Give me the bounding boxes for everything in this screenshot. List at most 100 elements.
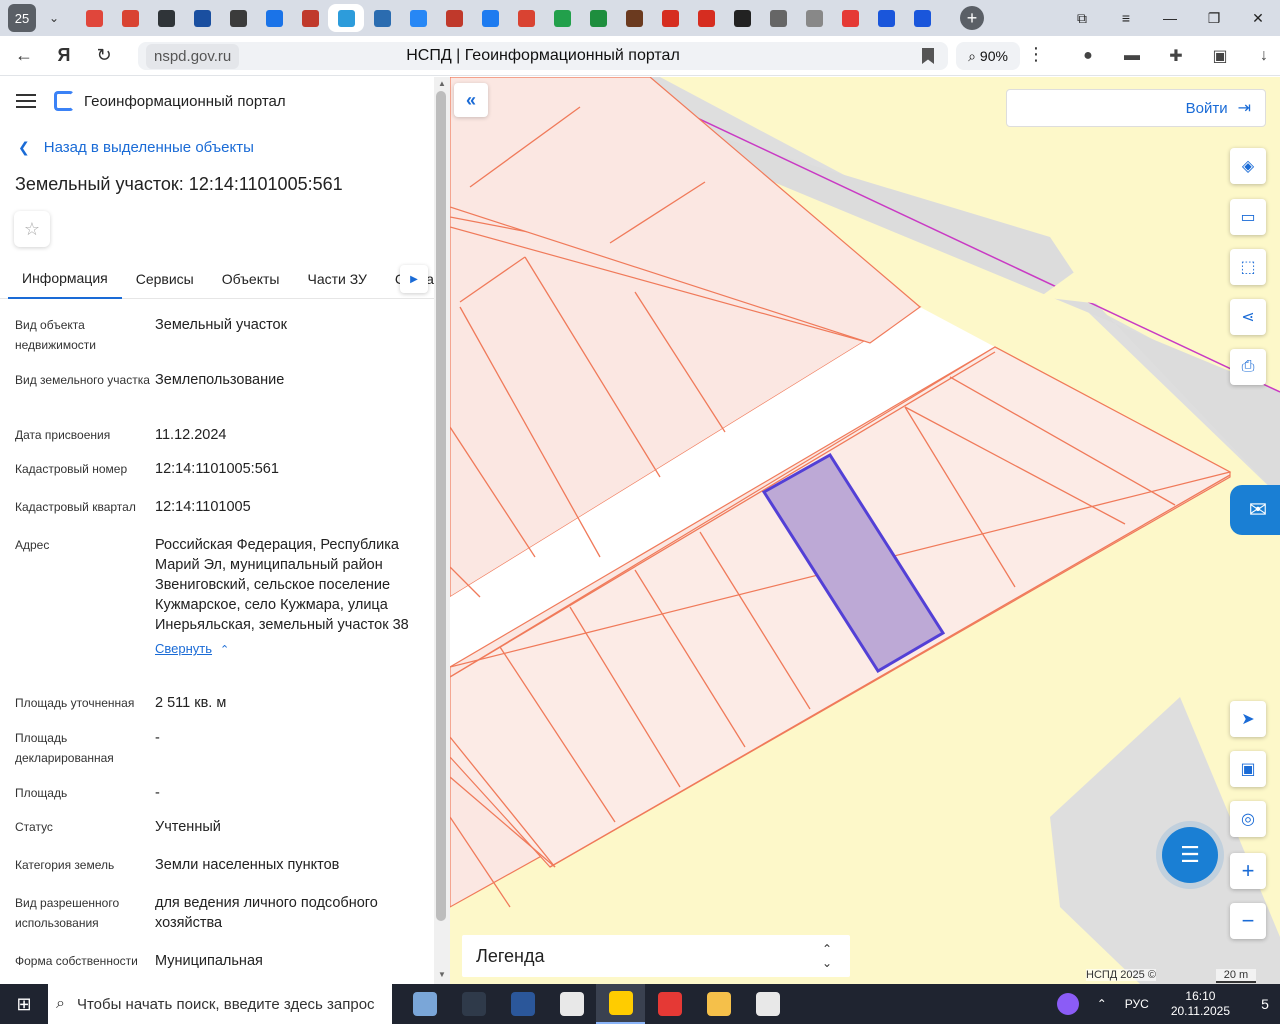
browser-tab[interactable] — [328, 4, 364, 32]
taskbar-app-icon — [461, 992, 486, 1016]
tab-objects[interactable]: Объекты — [208, 259, 294, 299]
tab-information[interactable]: Информация — [8, 259, 122, 299]
new-tab-button[interactable]: + — [960, 6, 984, 30]
browser-tab[interactable] — [904, 4, 940, 32]
tab-parcel-parts[interactable]: Части ЗУ — [293, 259, 380, 299]
legend-dropdown[interactable]: Легенда ⌃ ⌄ — [462, 935, 850, 977]
tab-list-chevron-icon[interactable]: ⌄ — [42, 6, 66, 30]
ruler-icon[interactable]: ▭ — [1230, 199, 1266, 235]
property-value: - — [155, 730, 160, 746]
tab-favicon-icon — [337, 9, 355, 27]
yandex-icon[interactable]: Я — [48, 40, 80, 72]
panel-scrollbar[interactable]: ▲ ▼ — [434, 77, 450, 984]
bookmark-icon[interactable] — [922, 48, 934, 64]
app-title: Геоинформационный портал — [84, 92, 286, 110]
browser-tab[interactable] — [688, 4, 724, 32]
zoom-level[interactable]: ⌕ 90% — [956, 42, 1020, 70]
tab-manager-icon[interactable]: ⧉ — [1060, 0, 1104, 36]
collapse-panel-icon[interactable]: « — [454, 83, 488, 117]
map-view[interactable]: « Войти ⇥ ◈ ▭ ⬚ ⋖ ⎙ ✉ ➤ ▣ ◎ ☰ + − Легенд… — [450, 77, 1280, 984]
favorite-star-icon[interactable]: ☆ — [14, 211, 50, 247]
browser-menu-icon[interactable]: ≡ — [1104, 0, 1148, 36]
tab-counter[interactable]: 25 — [8, 4, 36, 32]
search-location-icon[interactable]: ◎ — [1230, 801, 1266, 837]
area-select-icon[interactable]: ⬚ — [1230, 249, 1266, 285]
taskbar-app[interactable] — [498, 984, 547, 1024]
browser-tab[interactable] — [760, 4, 796, 32]
restore-button[interactable]: ❐ — [1192, 0, 1236, 36]
back-to-selection-link[interactable]: ❮ Назад в выделенные объекты — [0, 139, 434, 156]
menu-icon[interactable] — [16, 94, 36, 108]
browser-tab[interactable] — [580, 4, 616, 32]
browser-tab[interactable] — [544, 4, 580, 32]
taskbar-app[interactable] — [596, 984, 645, 1024]
taskbar-app[interactable] — [645, 984, 694, 1024]
collapse-link[interactable]: Свернуть ⌃ — [155, 639, 229, 660]
url-field[interactable]: nspd.gov.ru НСПД | Геоинформационный пор… — [138, 42, 948, 70]
browser-tab[interactable] — [184, 4, 220, 32]
chat-round-icon[interactable]: ☰ — [1162, 827, 1218, 883]
windows-start-icon[interactable]: ⊞ — [0, 984, 48, 1024]
taskbar-app[interactable] — [400, 984, 449, 1024]
window-controls: ⧉ ≡ — ❐ ✕ — [1060, 0, 1280, 36]
tabs-scroll-right-icon[interactable]: ▶ — [400, 265, 428, 293]
scroll-up-icon[interactable]: ▲ — [436, 79, 448, 91]
extension-shield-icon[interactable]: ▬ — [1110, 42, 1154, 70]
browser-tab[interactable] — [112, 4, 148, 32]
reload-icon[interactable]: ↻ — [88, 40, 120, 72]
language-indicator[interactable]: РУС — [1125, 997, 1149, 1011]
taskbar-app[interactable] — [743, 984, 792, 1024]
minimap-icon[interactable]: ▣ — [1230, 751, 1266, 787]
taskbar-app-icon — [510, 992, 535, 1016]
browser-tab[interactable] — [652, 4, 688, 32]
taskbar-app[interactable] — [547, 984, 596, 1024]
browser-tab[interactable] — [148, 4, 184, 32]
map-canvas[interactable] — [450, 77, 1280, 984]
print-icon[interactable]: ⎙ — [1230, 349, 1266, 385]
puzzle-icon[interactable]: ✚ — [1154, 42, 1198, 70]
browser-tab[interactable] — [76, 4, 112, 32]
browser-tab[interactable] — [364, 4, 400, 32]
office-icon[interactable]: ▣ — [1198, 42, 1242, 70]
taskbar-app-icon — [559, 992, 584, 1016]
taskbar-app[interactable] — [449, 984, 498, 1024]
close-button[interactable]: ✕ — [1236, 0, 1280, 36]
notifications-icon[interactable]: 5 — [1250, 996, 1280, 1012]
browser-tab[interactable] — [220, 4, 256, 32]
tab-favicon-icon — [373, 9, 391, 27]
browser-tab[interactable] — [508, 4, 544, 32]
browser-tab[interactable] — [796, 4, 832, 32]
zoom-in-icon[interactable]: + — [1230, 853, 1266, 889]
browser-tab[interactable] — [292, 4, 328, 32]
login-button[interactable]: Войти ⇥ — [1006, 89, 1266, 127]
minimize-button[interactable]: — — [1148, 0, 1192, 36]
extension-icon[interactable]: ● — [1066, 42, 1110, 70]
scroll-thumb[interactable] — [436, 91, 446, 921]
browser-tab[interactable] — [616, 4, 652, 32]
browser-tab[interactable] — [832, 4, 868, 32]
browser-tab[interactable] — [724, 4, 760, 32]
browser-tab[interactable] — [868, 4, 904, 32]
tab-favicon-icon — [301, 9, 319, 27]
browser-tab[interactable] — [436, 4, 472, 32]
tray-chevron-icon[interactable]: ⌃ — [1097, 997, 1107, 1011]
clock[interactable]: 16:10 20.11.2025 — [1171, 989, 1230, 1019]
locate-icon[interactable]: ➤ — [1230, 701, 1266, 737]
url-domain[interactable]: nspd.gov.ru — [146, 43, 240, 69]
share-icon[interactable]: ⋖ — [1230, 299, 1266, 335]
chat-assistant-icon[interactable]: ✉ — [1230, 485, 1280, 535]
windows-taskbar: ⊞ ⌕ Чтобы начать поиск, введите здесь за… — [0, 984, 1280, 1024]
downloads-icon[interactable]: ↓ — [1242, 42, 1280, 70]
zoom-out-icon[interactable]: − — [1230, 903, 1266, 939]
browser-tab[interactable] — [256, 4, 292, 32]
browser-tab[interactable] — [400, 4, 436, 32]
tab-services[interactable]: Сервисы — [122, 259, 208, 299]
alice-icon[interactable] — [1056, 993, 1079, 1015]
taskbar-search[interactable]: ⌕ Чтобы начать поиск, введите здесь запр… — [48, 984, 392, 1024]
taskbar-app[interactable] — [694, 984, 743, 1024]
scroll-down-icon[interactable]: ▼ — [436, 970, 448, 982]
more-icon[interactable]: ⋮ — [1026, 44, 1046, 68]
layers-icon[interactable]: ◈ — [1230, 148, 1266, 184]
browser-tab[interactable] — [472, 4, 508, 32]
back-arrow-icon[interactable]: ← — [8, 40, 40, 72]
